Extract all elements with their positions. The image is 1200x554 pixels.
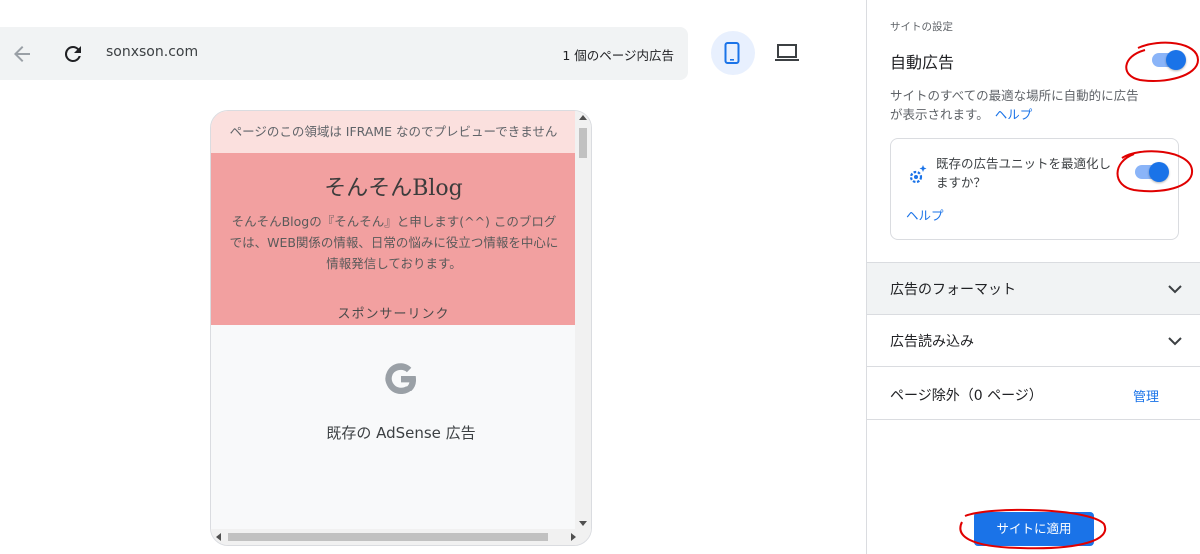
chevron-down-icon <box>1168 337 1182 346</box>
vertical-scroll-thumb[interactable] <box>579 128 587 158</box>
site-url: sonxson.com <box>106 44 199 60</box>
scroll-up-arrow-icon[interactable] <box>579 115 587 120</box>
desktop-view-button[interactable] <box>765 31 809 75</box>
google-g-icon <box>385 363 417 395</box>
auto-ads-title: 自動広告 <box>890 53 955 72</box>
apply-to-site-button[interactable]: サイトに適用 <box>974 512 1094 546</box>
laptop-icon <box>775 44 799 61</box>
optimize-units-toggle[interactable] <box>1133 162 1169 182</box>
back-arrow-icon[interactable] <box>10 42 34 66</box>
ad-formats-accordion[interactable]: 広告のフォーマット <box>867 262 1200 314</box>
ad-formats-label: 広告のフォーマット <box>890 282 1016 298</box>
section-label: サイトの設定 <box>890 21 953 33</box>
horizontal-scrollbar[interactable] <box>211 529 591 545</box>
ai-settings-icon <box>909 165 927 184</box>
page-exclusion-label: ページ除外（0 ページ） <box>890 388 1043 404</box>
mobile-view-button[interactable] <box>711 31 755 75</box>
auto-ads-editor: sonxson.com 1 個のページ内広告 ページのこの領域は IFRAME … <box>0 0 1200 554</box>
ad-load-accordion[interactable]: 広告読み込み <box>867 314 1200 366</box>
ad-load-label: 広告読み込み <box>890 334 974 350</box>
reload-icon[interactable] <box>61 42 85 66</box>
sponsor-label: スポンサーリンク <box>337 307 450 322</box>
existing-adsense-ad-label: 既存の AdSense 広告 <box>326 424 476 442</box>
blog-header: そんそんBlog そんそんBlogの『そんそん』と申します(^^) このブログで… <box>211 153 576 325</box>
auto-ads-toggle[interactable] <box>1150 50 1186 70</box>
mobile-preview-frame: ページのこの領域は IFRAME なのでプレビューできません そんそんBlog … <box>210 110 592 546</box>
page-exclusion-row: ページ除外（0 ページ） 管理 <box>867 366 1200 420</box>
existing-ad-slot: 既存の AdSense 広告 <box>211 325 576 531</box>
help-link[interactable]: ヘルプ <box>995 107 1033 122</box>
manage-link[interactable]: 管理 <box>1133 386 1159 405</box>
auto-ads-description: サイトのすべての最適な場所に自動的に広告が表示されます。 ヘルプ <box>890 86 1150 124</box>
optimize-question: 既存の広告ユニットを最適化しますか？ <box>936 156 1112 190</box>
site-settings-panel: サイトの設定 自動広告 サイトのすべての最適な場所に自動的に広告が表示されます。… <box>866 0 1200 554</box>
optimize-help-link[interactable]: ヘルプ <box>906 205 944 224</box>
blog-description: そんそんBlogの『そんそん』と申します(^^) このブログでは、WEB関係の情… <box>229 214 559 271</box>
blog-title: そんそんBlog <box>324 176 463 201</box>
scroll-down-arrow-icon[interactable] <box>579 521 587 526</box>
toggle-knob <box>1166 50 1186 70</box>
iframe-notice: ページのこの領域は IFRAME なのでプレビューできません <box>211 111 576 153</box>
horizontal-scroll-thumb[interactable] <box>228 533 548 541</box>
preview-toolbar: sonxson.com 1 個のページ内広告 <box>0 27 688 80</box>
smartphone-icon <box>724 42 740 64</box>
scroll-right-arrow-icon[interactable] <box>571 533 576 541</box>
vertical-scrollbar[interactable] <box>575 111 591 531</box>
optimize-existing-units-card: 既存の広告ユニットを最適化しますか？ ヘルプ <box>890 138 1179 240</box>
scroll-left-arrow-icon[interactable] <box>216 533 221 541</box>
in-page-ad-count: 1 個のページ内広告 <box>562 48 674 63</box>
toggle-knob <box>1149 162 1169 182</box>
chevron-down-icon <box>1168 285 1182 294</box>
